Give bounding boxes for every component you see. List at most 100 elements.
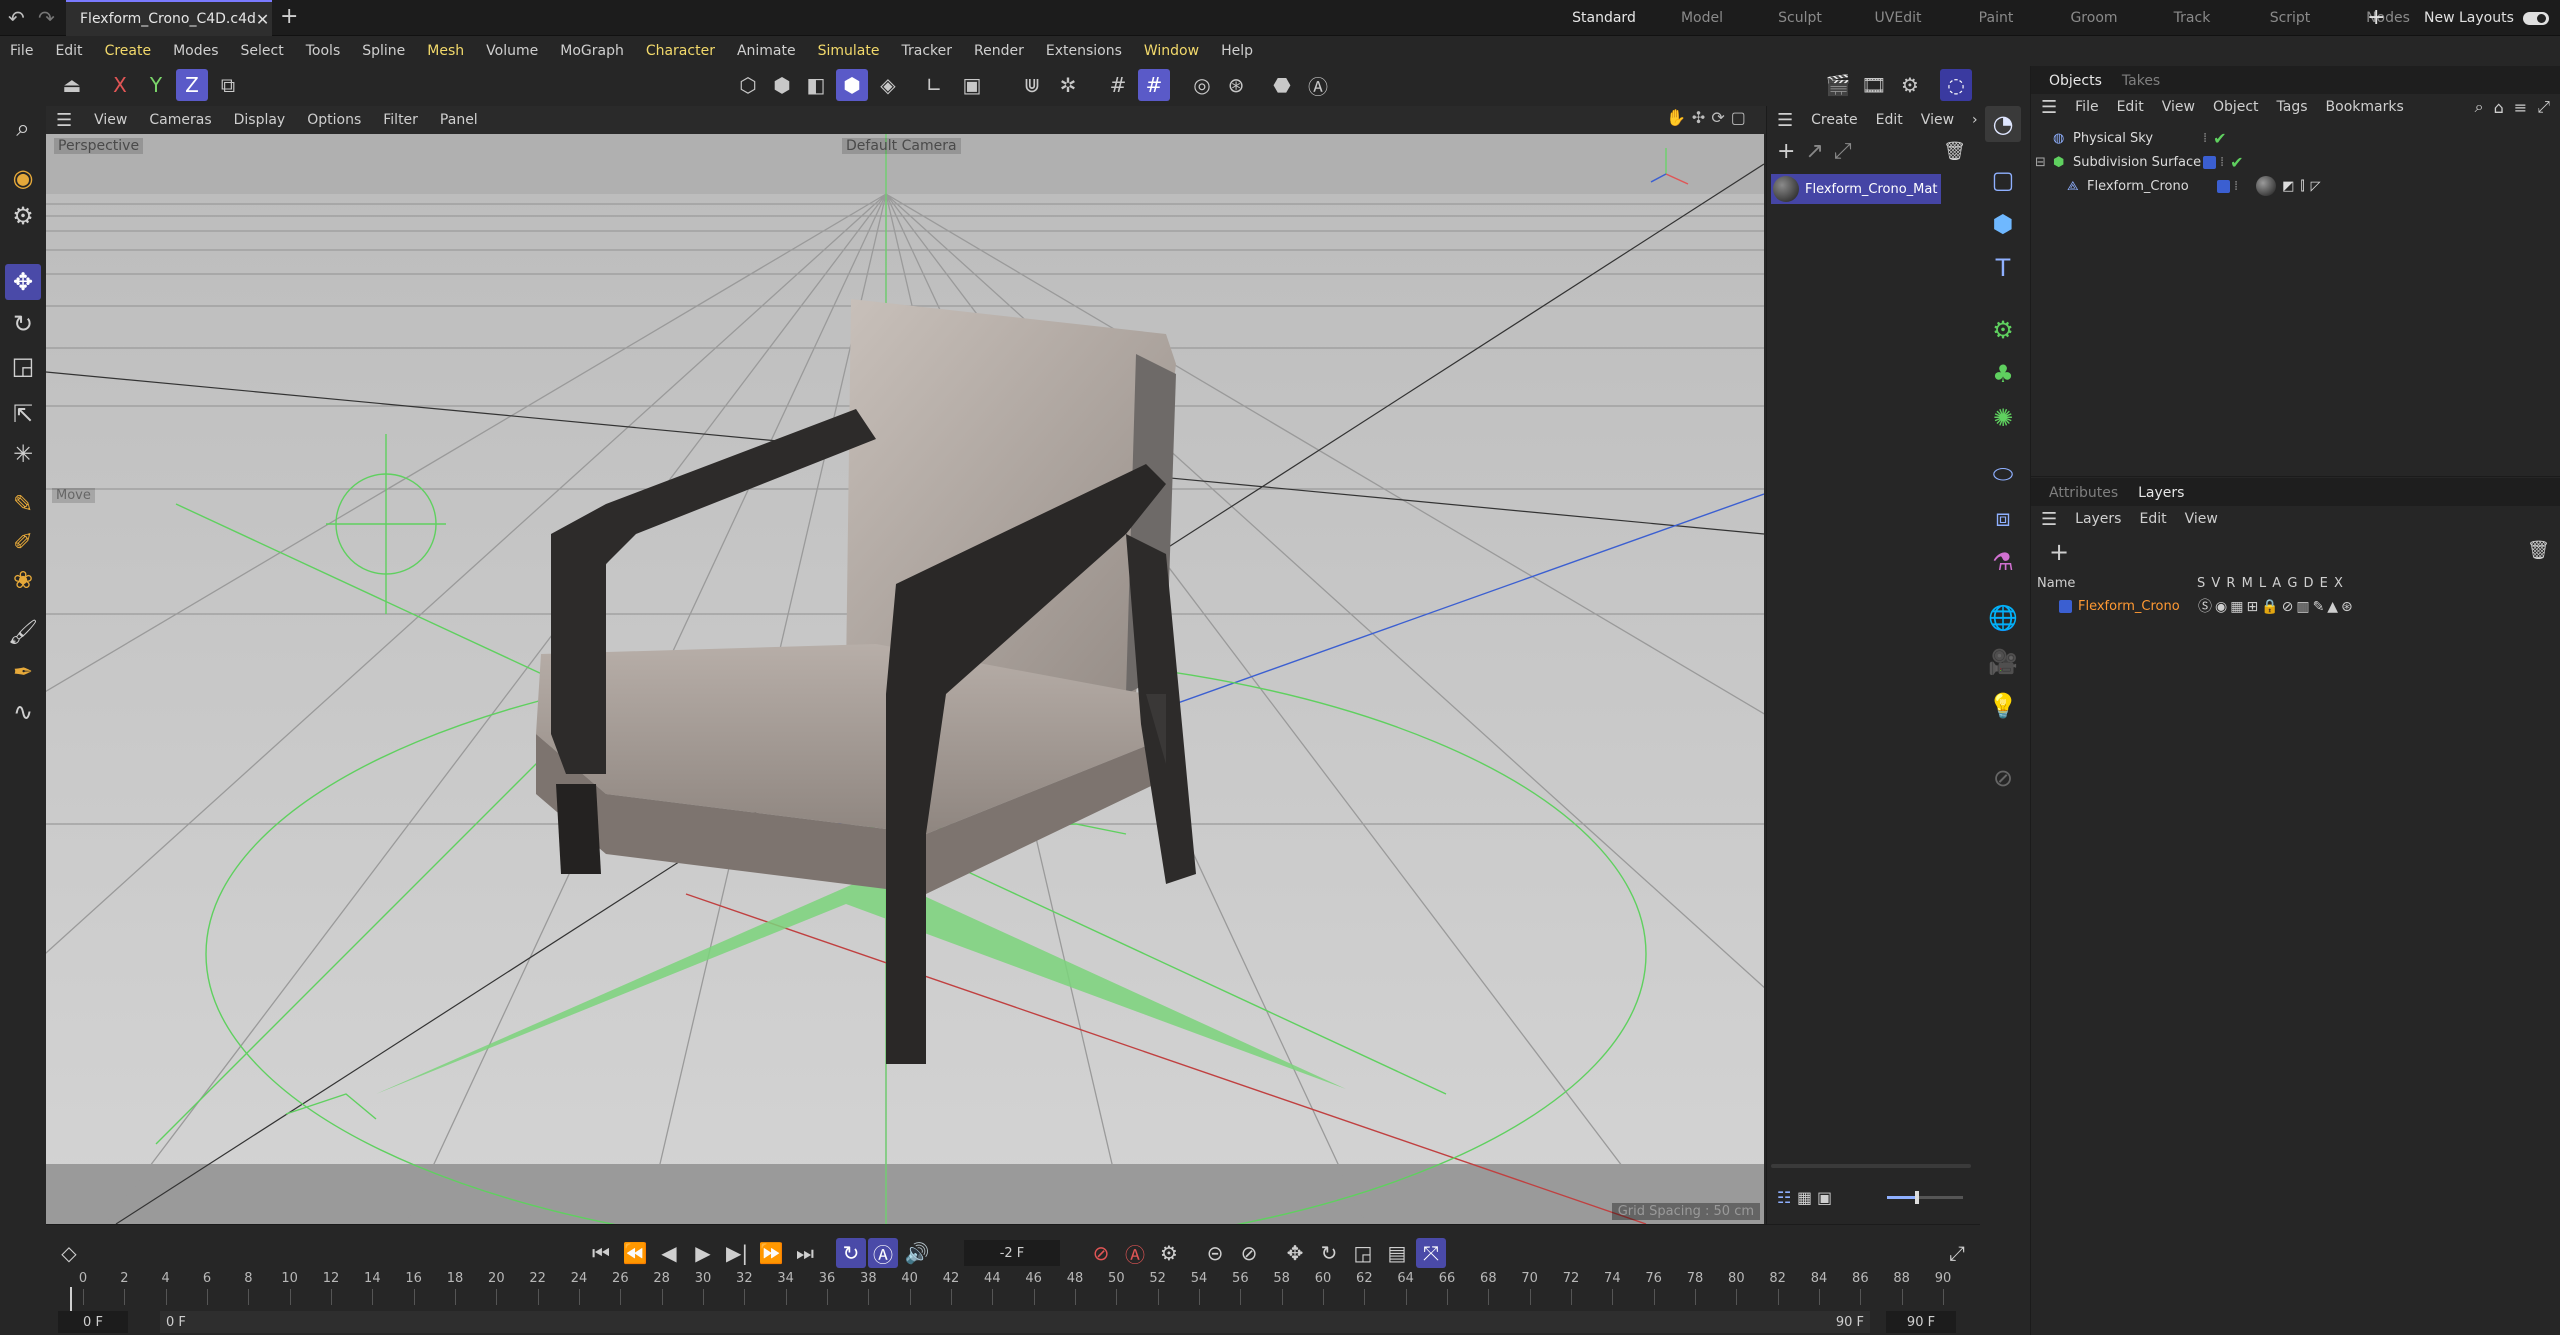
close-tab-icon[interactable]: ✕ — [256, 10, 269, 29]
list-view-icon[interactable]: ☷ — [1777, 1188, 1791, 1207]
objects-menu-edit[interactable]: Edit — [2117, 99, 2144, 115]
workplane-icon[interactable]: # — [1138, 69, 1170, 101]
solo-icon[interactable]: ▣ — [956, 69, 988, 101]
mograph-cloner-icon[interactable]: ♣ — [1985, 356, 2021, 392]
scale-tool-icon[interactable]: ◲ — [5, 348, 41, 384]
viewport-menu-filter[interactable]: Filter — [383, 112, 418, 128]
key-filter-icon[interactable]: ⊘ — [1234, 1238, 1264, 1268]
render-picture-viewer-icon[interactable]: 🎞 — [1858, 69, 1890, 101]
material-menu-create[interactable]: Create — [1811, 112, 1858, 128]
menu-create[interactable]: Create — [105, 43, 152, 59]
menu-modes[interactable]: Modes — [173, 43, 218, 59]
menu-extensions[interactable]: Extensions — [1046, 43, 1122, 59]
new-tab-button[interactable]: + — [280, 4, 298, 29]
knife-tool-icon[interactable]: ✒ — [5, 654, 41, 690]
objects-menu-file[interactable]: File — [2075, 99, 2098, 115]
menu-render[interactable]: Render — [974, 43, 1024, 59]
x-axis-lock[interactable]: X — [104, 69, 136, 101]
snap-transform-icon[interactable]: ✳ — [5, 436, 41, 472]
link-material-icon[interactable]: ↗ — [1805, 139, 1823, 164]
z-axis-lock[interactable]: Z — [176, 69, 208, 101]
generator-icon[interactable]: ⚙ — [1985, 312, 2021, 348]
orbit-view-icon[interactable]: ⟳ — [1711, 108, 1724, 127]
transform-tool-icon[interactable]: ⇱ — [5, 396, 41, 432]
viewport-menu-cameras[interactable]: Cameras — [149, 112, 211, 128]
pan-view-icon[interactable]: ✋ — [1666, 108, 1686, 127]
visibility-dots-icon[interactable]: ⁞ — [2203, 131, 2207, 146]
unlink-material-icon[interactable]: ⤢ — [1834, 139, 1852, 164]
next-frame-icon[interactable]: ▶| — [722, 1238, 752, 1268]
selection-tools-icon[interactable]: ⚙ — [5, 198, 41, 234]
visibility-dots-icon[interactable]: ⁞ — [2234, 179, 2238, 194]
live-selection-icon[interactable]: ◉ — [5, 160, 41, 196]
camera-object-icon[interactable]: ◔ — [1985, 106, 2021, 142]
search-icon[interactable]: ⌕ — [5, 110, 41, 146]
go-to-end-icon[interactable]: ⏭ — [790, 1238, 820, 1268]
key-mode-icon[interactable]: ⊝ — [1200, 1238, 1230, 1268]
redo-icon[interactable]: ↷ — [38, 6, 55, 30]
field-icon[interactable]: ⬭ — [1985, 456, 2021, 492]
frame-range-bar[interactable]: 0 F 90 F — [160, 1311, 1870, 1333]
playhead[interactable] — [70, 1287, 72, 1313]
sound-icon[interactable]: 🔊 — [902, 1238, 932, 1268]
light-icon[interactable]: 💡 — [1985, 688, 2021, 724]
tab-takes[interactable]: Takes — [2114, 73, 2172, 94]
previous-key-icon[interactable]: ⏪ — [620, 1238, 650, 1268]
layer-flag-icons[interactable]: Ⓢ◉▦⊞🔒⊘▥✎▲⊛ — [2198, 596, 2356, 616]
menu-simulate[interactable]: Simulate — [818, 43, 880, 59]
layer-color-swatch[interactable] — [2203, 155, 2216, 169]
deformer-icon[interactable]: ✺ — [1985, 400, 2021, 436]
scene-node-icon[interactable]: ⚗ — [1985, 544, 2021, 580]
environment-icon[interactable]: 🌐 — [1985, 600, 2021, 636]
spline-object-icon[interactable]: ▢ — [1985, 162, 2021, 198]
menu-tracker[interactable]: Tracker — [901, 43, 952, 59]
symmetry-icon[interactable]: ⊛ — [1220, 69, 1252, 101]
snap-icon[interactable]: ⋓ — [1016, 69, 1048, 101]
layers-menu-layers[interactable]: Layers — [2075, 511, 2121, 527]
snap-settings-icon[interactable]: ✲ — [1052, 69, 1084, 101]
expand-icon[interactable]: ⤢ — [2537, 97, 2550, 117]
material-menu-icon[interactable]: ☰ — [1777, 110, 1793, 131]
layout-track[interactable]: Track — [2143, 0, 2241, 36]
add-material-icon[interactable]: + — [1777, 139, 1795, 164]
enabled-check-icon[interactable]: ✔ — [2230, 153, 2243, 172]
file-tab[interactable]: Flexform_Crono_C4D.c4d ✕ — [66, 0, 272, 36]
parameter-key-icon[interactable]: ▤ — [1382, 1238, 1412, 1268]
object-row-flexform-crono[interactable]: ⟁ Flexform_Crono ⁞ ◩ ⫿ ◸ — [2067, 174, 2557, 198]
cloner-tool-icon[interactable]: ❀ — [5, 562, 41, 598]
objects-menu-tags[interactable]: Tags — [2277, 99, 2308, 115]
layout-model[interactable]: Model — [1653, 0, 1751, 36]
camera-label[interactable]: Default Camera — [842, 138, 961, 154]
layer-color-swatch[interactable] — [2217, 179, 2230, 193]
viewport-menu-display[interactable]: Display — [234, 112, 286, 128]
object-row-physical-sky[interactable]: ◍ Physical Sky ⁞ ✔ — [2053, 126, 2553, 150]
spline-smooth-icon[interactable]: ∿ — [5, 694, 41, 730]
layout-groom[interactable]: Groom — [2045, 0, 2143, 36]
lock-workplane-icon[interactable]: ◎ — [1186, 69, 1218, 101]
trash-icon[interactable]: 🗑 — [1943, 141, 1966, 162]
coordinate-system-icon[interactable]: ⧉ — [212, 69, 244, 101]
material-item[interactable]: Flexform_Crono_Mat — [1771, 174, 1941, 204]
interactive-render-icon[interactable]: Ⓐ — [1302, 69, 1334, 101]
polygons-mode-icon[interactable]: ◧ — [800, 69, 832, 101]
edges-mode-icon[interactable]: ⬢ — [766, 69, 798, 101]
points-mode-icon[interactable]: ⬡ — [732, 69, 764, 101]
menu-volume[interactable]: Volume — [486, 43, 538, 59]
new-layouts-toggle[interactable] — [2523, 12, 2549, 25]
fcurve-icon[interactable]: ⤢ — [1942, 1238, 1972, 1268]
tag-icon[interactable]: ⊘ — [1985, 760, 2021, 796]
menu-help[interactable]: Help — [1221, 43, 1253, 59]
layout-paint[interactable]: Paint — [1947, 0, 2045, 36]
point-level-icon[interactable]: ⤧ — [1416, 1238, 1446, 1268]
scale-key-icon[interactable]: ◲ — [1348, 1238, 1378, 1268]
start-frame-field[interactable]: 0 F — [58, 1311, 128, 1333]
add-layout-button[interactable]: + — [2367, 5, 2385, 30]
tab-layers[interactable]: Layers — [2130, 485, 2196, 506]
layout-sculpt[interactable]: Sculpt — [1751, 0, 1849, 36]
menu-spline[interactable]: Spline — [362, 43, 405, 59]
3d-viewport[interactable]: Perspective Default Camera Move Grid Spa… — [46, 134, 1764, 1224]
material-tag-icon[interactable] — [2256, 176, 2277, 196]
layers-menu-icon[interactable]: ☰ — [2041, 509, 2057, 530]
viewport-menu-panel[interactable]: Panel — [440, 112, 478, 128]
menu-edit[interactable]: Edit — [55, 43, 82, 59]
